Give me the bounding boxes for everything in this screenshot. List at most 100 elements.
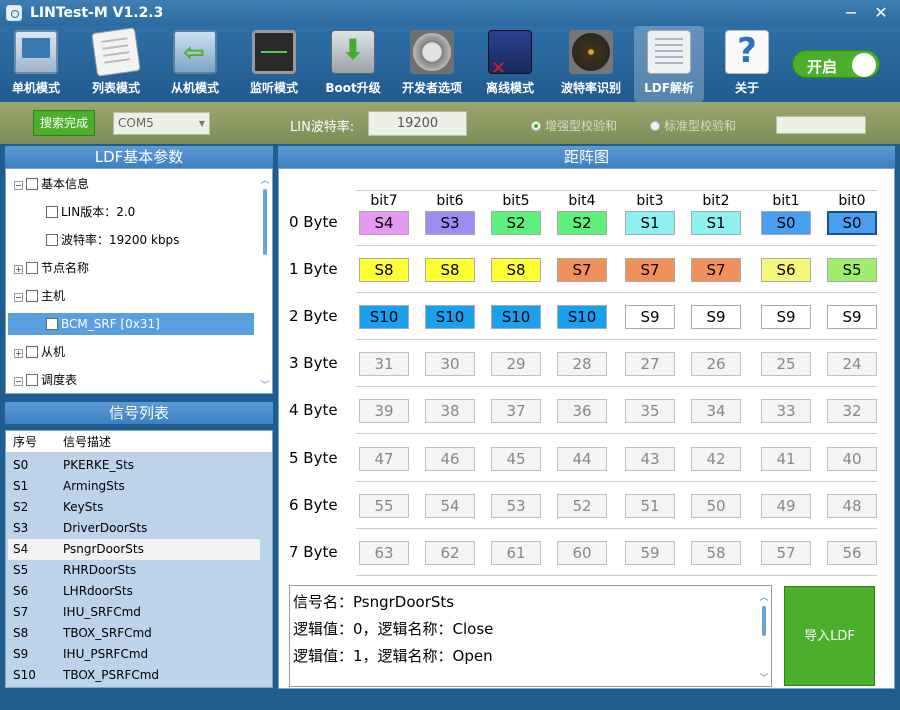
tree-checkbox[interactable] (26, 178, 38, 190)
signal-cell[interactable]: S1 (691, 211, 741, 235)
signal-row[interactable]: S7 IHU_SRFCmd (8, 602, 260, 623)
bit-index-cell[interactable]: 35 (625, 399, 675, 423)
collapse-icon[interactable]: − (14, 181, 23, 190)
bit-index-cell[interactable]: 47 (359, 447, 409, 471)
bit-index-cell[interactable]: 27 (625, 352, 675, 376)
tree-checkbox[interactable] (46, 206, 58, 218)
signal-row[interactable]: S2 KeySts (8, 497, 260, 518)
bit-index-cell[interactable]: 38 (425, 399, 475, 423)
signal-cell[interactable]: S8 (491, 258, 541, 282)
tree-checkbox[interactable] (26, 262, 38, 274)
signal-cell[interactable]: S5 (827, 258, 877, 282)
signal-cell[interactable]: S8 (425, 258, 475, 282)
bit-index-cell[interactable]: 58 (691, 541, 741, 565)
bit-index-cell[interactable]: 57 (761, 541, 811, 565)
collapse-icon[interactable]: − (14, 293, 23, 302)
signal-cell[interactable]: S10 (359, 305, 409, 329)
bit-index-cell[interactable]: 55 (359, 494, 409, 518)
bit-index-cell[interactable]: 29 (491, 352, 541, 376)
close-button[interactable]: ✕ (866, 1, 896, 23)
bit-index-cell[interactable]: 24 (827, 352, 877, 376)
bit-index-cell[interactable]: 26 (691, 352, 741, 376)
bit-index-cell[interactable]: 54 (425, 494, 475, 518)
search-button[interactable]: 搜索完成 (33, 110, 95, 136)
signal-cell[interactable]: S3 (425, 211, 475, 235)
signal-row[interactable]: S3 DriverDoorSts (8, 518, 260, 539)
toolbar-button-4[interactable]: Boot升级 (316, 26, 390, 102)
tree-checkbox[interactable] (26, 290, 38, 302)
tree-node[interactable]: − 主机 (6, 285, 256, 307)
tree-node[interactable]: 波特率：19200 kbps (6, 229, 256, 251)
bit-index-cell[interactable]: 46 (425, 447, 475, 471)
bit-index-cell[interactable]: 43 (625, 447, 675, 471)
signal-row[interactable]: S5 RHRDoorSts (8, 560, 260, 581)
scroll-down-icon[interactable]: ﹀ (260, 378, 270, 391)
signal-cell[interactable]: S4 (359, 211, 409, 235)
info-scrollbar[interactable]: ︿ ﹀ (759, 590, 769, 684)
scroll-up-icon[interactable]: ︿ (759, 590, 769, 603)
bit-index-cell[interactable]: 37 (491, 399, 541, 423)
bit-index-cell[interactable]: 52 (557, 494, 607, 518)
bit-index-cell[interactable]: 41 (761, 447, 811, 471)
toolbar-button-3[interactable]: 监听模式 (236, 26, 312, 102)
signal-cell[interactable]: S7 (691, 258, 741, 282)
signal-cell[interactable]: S6 (761, 258, 811, 282)
radio-enhanced-checksum[interactable]: 增强型校验和 (531, 117, 617, 134)
toolbar-button-5[interactable]: 开发者选项 (394, 26, 470, 102)
bit-index-cell[interactable]: 49 (761, 494, 811, 518)
signal-cell[interactable]: S0 (827, 211, 877, 235)
import-ldf-button[interactable]: 导入LDF (784, 586, 875, 686)
collapse-icon[interactable]: − (14, 377, 23, 386)
tree-checkbox[interactable] (46, 234, 58, 246)
signal-cell[interactable]: S10 (425, 305, 475, 329)
minimize-button[interactable]: − (836, 1, 866, 23)
bit-index-cell[interactable]: 60 (557, 541, 607, 565)
bit-index-cell[interactable]: 40 (827, 447, 877, 471)
tree-node[interactable]: − 基本信息 (6, 173, 256, 195)
signal-cell[interactable]: S7 (557, 258, 607, 282)
tree-node[interactable]: + 节点名称 (6, 257, 256, 279)
signal-cell[interactable]: S9 (827, 305, 877, 329)
bit-index-cell[interactable]: 31 (359, 352, 409, 376)
bit-index-cell[interactable]: 34 (691, 399, 741, 423)
signal-cell[interactable]: S10 (491, 305, 541, 329)
signal-row[interactable]: S0 PKERKE_Sts (8, 455, 260, 476)
expand-icon[interactable]: + (14, 265, 23, 274)
bit-index-cell[interactable]: 33 (761, 399, 811, 423)
scroll-up-icon[interactable]: ︿ (260, 173, 270, 186)
signal-row[interactable]: S1 ArmingSts (8, 476, 260, 497)
signal-cell[interactable]: S7 (625, 258, 675, 282)
bit-index-cell[interactable]: 62 (425, 541, 475, 565)
toolbar-button-6[interactable]: 离线模式 (473, 26, 547, 102)
bit-index-cell[interactable]: 59 (625, 541, 675, 565)
signal-cell[interactable]: S2 (491, 211, 541, 235)
tree-node[interactable]: BCM_SRF [0x31] (8, 313, 254, 335)
bit-index-cell[interactable]: 28 (557, 352, 607, 376)
bit-index-cell[interactable]: 36 (557, 399, 607, 423)
toolbar-button-2[interactable]: 从机模式 (157, 26, 233, 102)
baud-input[interactable]: 19200 (368, 111, 467, 136)
bit-index-cell[interactable]: 30 (425, 352, 475, 376)
signal-row[interactable]: S8 TBOX_SRFCmd (8, 623, 260, 644)
signal-cell[interactable]: S9 (625, 305, 675, 329)
signal-row[interactable]: S6 LHRdoorSts (8, 581, 260, 602)
com-port-select[interactable]: COM5 ▼ (113, 112, 210, 135)
tree-node[interactable]: − 调度表 (6, 369, 256, 391)
bit-index-cell[interactable]: 56 (827, 541, 877, 565)
checksum-input[interactable] (776, 116, 866, 134)
signal-cell[interactable]: S9 (691, 305, 741, 329)
signal-row[interactable]: S4 PsngrDoorSts (8, 539, 260, 560)
bit-index-cell[interactable]: 42 (691, 447, 741, 471)
bit-index-cell[interactable]: 32 (827, 399, 877, 423)
bit-index-cell[interactable]: 53 (491, 494, 541, 518)
tree-scrollbar[interactable]: ︿ ﹀ (260, 173, 270, 391)
tree-node[interactable]: + 从机 (6, 341, 256, 363)
toolbar-button-1[interactable]: 列表模式 (78, 26, 154, 102)
bit-index-cell[interactable]: 45 (491, 447, 541, 471)
bit-index-cell[interactable]: 51 (625, 494, 675, 518)
radio-standard-checksum[interactable]: 标准型校验和 (650, 117, 736, 134)
tree-node[interactable]: LIN版本：2.0 (6, 201, 256, 223)
scroll-down-icon[interactable]: ﹀ (759, 671, 769, 684)
signal-cell[interactable]: S2 (557, 211, 607, 235)
tree-checkbox[interactable] (26, 374, 38, 386)
